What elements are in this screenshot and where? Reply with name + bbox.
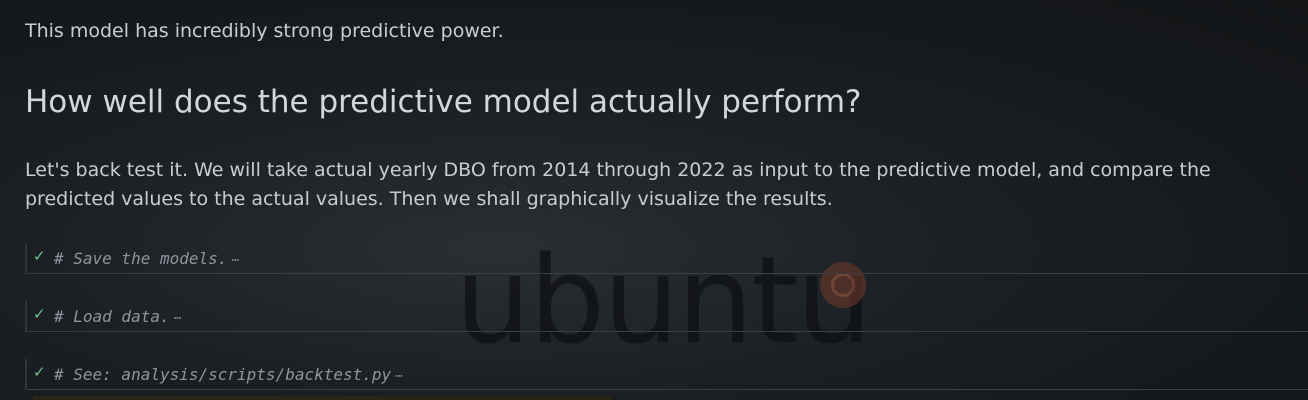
collapsed-code-preview[interactable]: # See: analysis/scripts/backtest.py ⋯ (54, 365, 403, 384)
collapsed-code-preview[interactable]: # Save the models. ⋯ (54, 249, 239, 268)
collapsed-code-preview[interactable]: # Load data. ⋯ (54, 307, 181, 326)
cell-output-edge (33, 396, 611, 400)
code-comment: # See: analysis/scripts/backtest.py (54, 365, 392, 384)
markdown-heading: How well does the predictive model actua… (25, 84, 862, 120)
expand-ellipsis-icon[interactable]: ⋯ (395, 369, 403, 384)
expand-ellipsis-icon[interactable]: ⋯ (231, 253, 239, 268)
markdown-body-text: Let's back test it. We will take actual … (25, 159, 1211, 210)
code-cell-backtest[interactable]: ✓ # See: analysis/scripts/backtest.py ⋯ (25, 359, 1308, 390)
checkmark-icon: ✓ (33, 247, 46, 265)
checkmark-icon: ✓ (33, 305, 46, 323)
code-cell-load-data[interactable]: ✓ # Load data. ⋯ (25, 301, 1308, 332)
markdown-intro-text: This model has incredibly strong predict… (25, 20, 504, 42)
expand-ellipsis-icon[interactable]: ⋯ (174, 311, 182, 326)
checkmark-icon: ✓ (33, 363, 46, 381)
code-cell-save-models[interactable]: ✓ # Save the models. ⋯ (25, 243, 1308, 274)
code-comment: # Load data. (54, 307, 170, 326)
code-comment: # Save the models. (54, 249, 228, 268)
